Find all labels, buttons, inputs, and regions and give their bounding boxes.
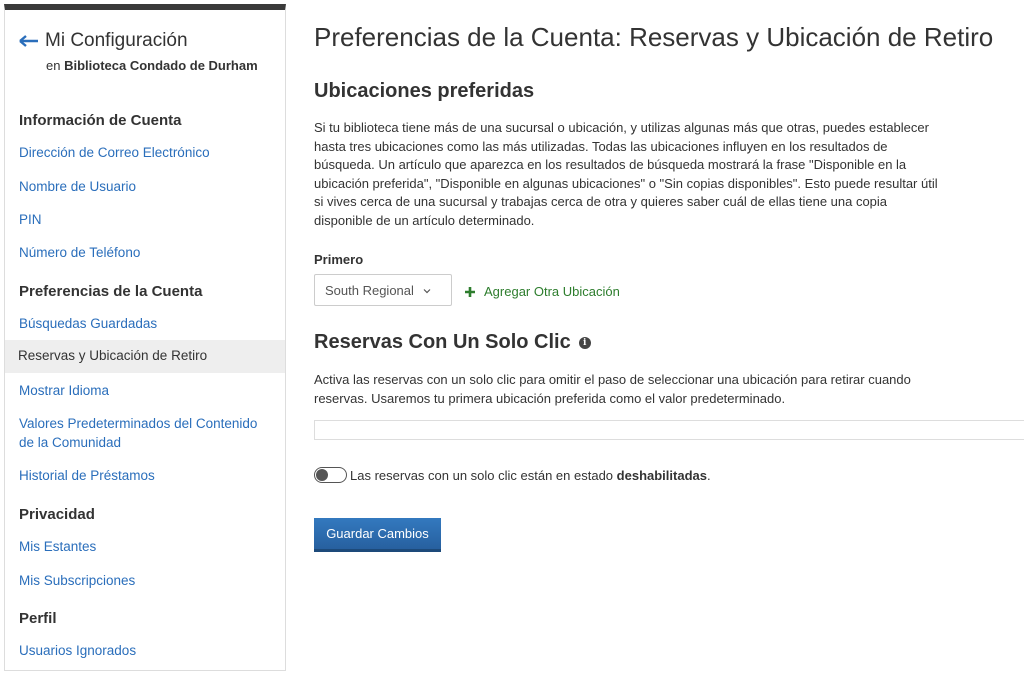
sidebar-item-my-subscriptions[interactable]: Mis Subscripciones xyxy=(19,571,135,590)
plus-icon xyxy=(465,286,475,297)
info-panel xyxy=(314,420,1024,440)
sidebar-item-email[interactable]: Dirección de Correo Electrónico xyxy=(19,143,210,162)
library-name: en Biblioteca Condado de Durham xyxy=(46,58,258,73)
info-icon[interactable]: i xyxy=(578,336,591,349)
section-account-info: Información de Cuenta xyxy=(19,112,182,129)
one-click-holds-heading: Reservas Con Un Solo Clic i xyxy=(314,331,591,354)
preferred-locations-heading: Ubicaciones preferidas xyxy=(314,80,535,102)
sidebar-item-holds-pickup[interactable]: Reservas y Ubicación de Retiro xyxy=(5,340,285,373)
sidebar-item-label: Reservas y Ubicación de Retiro xyxy=(18,348,208,363)
sidebar-item-my-shelves[interactable]: Mis Estantes xyxy=(19,537,96,556)
arrow-left-icon[interactable] xyxy=(19,34,39,48)
sidebar-title[interactable]: Mi Configuración xyxy=(45,30,188,52)
section-profile: Perfil xyxy=(19,610,57,627)
one-click-toggle-row: Las reservas con un solo clic están en e… xyxy=(314,467,711,483)
sidebar-item-username[interactable]: Nombre de Usuario xyxy=(19,177,136,196)
add-location-button[interactable]: Agregar Otra Ubicación xyxy=(464,284,620,299)
sidebar-header: Mi Configuración en Biblioteca Condado d… xyxy=(19,30,279,73)
chevron-down-icon xyxy=(423,289,431,294)
add-location-label: Agregar Otra Ubicación xyxy=(484,284,620,299)
sidebar-item-community-defaults[interactable]: Valores Predeterminados del Contenido de… xyxy=(19,414,257,452)
one-click-holds-description: Activa las reservas con un solo clic par… xyxy=(314,372,911,406)
sidebar-item-pin[interactable]: PIN xyxy=(19,210,42,229)
toggle-status-text: Las reservas con un solo clic están en e… xyxy=(350,467,711,483)
page-title: Preferencias de la Cuenta: Reservas y Ub… xyxy=(314,22,994,52)
sidebar-item-saved-searches[interactable]: Búsquedas Guardadas xyxy=(19,314,157,333)
sidebar-item-phone[interactable]: Número de Teléfono xyxy=(19,243,140,262)
sidebar-item-ignored-users[interactable]: Usuarios Ignorados xyxy=(19,641,136,660)
selected-location: South Regional xyxy=(325,283,414,298)
first-location-label: Primero xyxy=(314,252,364,267)
toggle-knob xyxy=(316,469,328,481)
sidebar-item-display-language[interactable]: Mostrar Idioma xyxy=(19,381,109,400)
one-click-toggle[interactable] xyxy=(314,467,347,483)
back-link[interactable]: Mi Configuración xyxy=(19,30,279,52)
sidebar: Mi Configuración en Biblioteca Condado d… xyxy=(4,4,286,671)
save-changes-button[interactable]: Guardar Cambios xyxy=(314,518,441,552)
section-privacy: Privacidad xyxy=(19,506,95,523)
preferred-locations-description: Si tu biblioteca tiene más de una sucurs… xyxy=(314,120,938,228)
sidebar-item-checkout-history[interactable]: Historial de Préstamos xyxy=(19,466,155,485)
first-location-select[interactable]: South Regional xyxy=(314,274,452,306)
section-account-prefs: Preferencias de la Cuenta xyxy=(19,283,203,300)
